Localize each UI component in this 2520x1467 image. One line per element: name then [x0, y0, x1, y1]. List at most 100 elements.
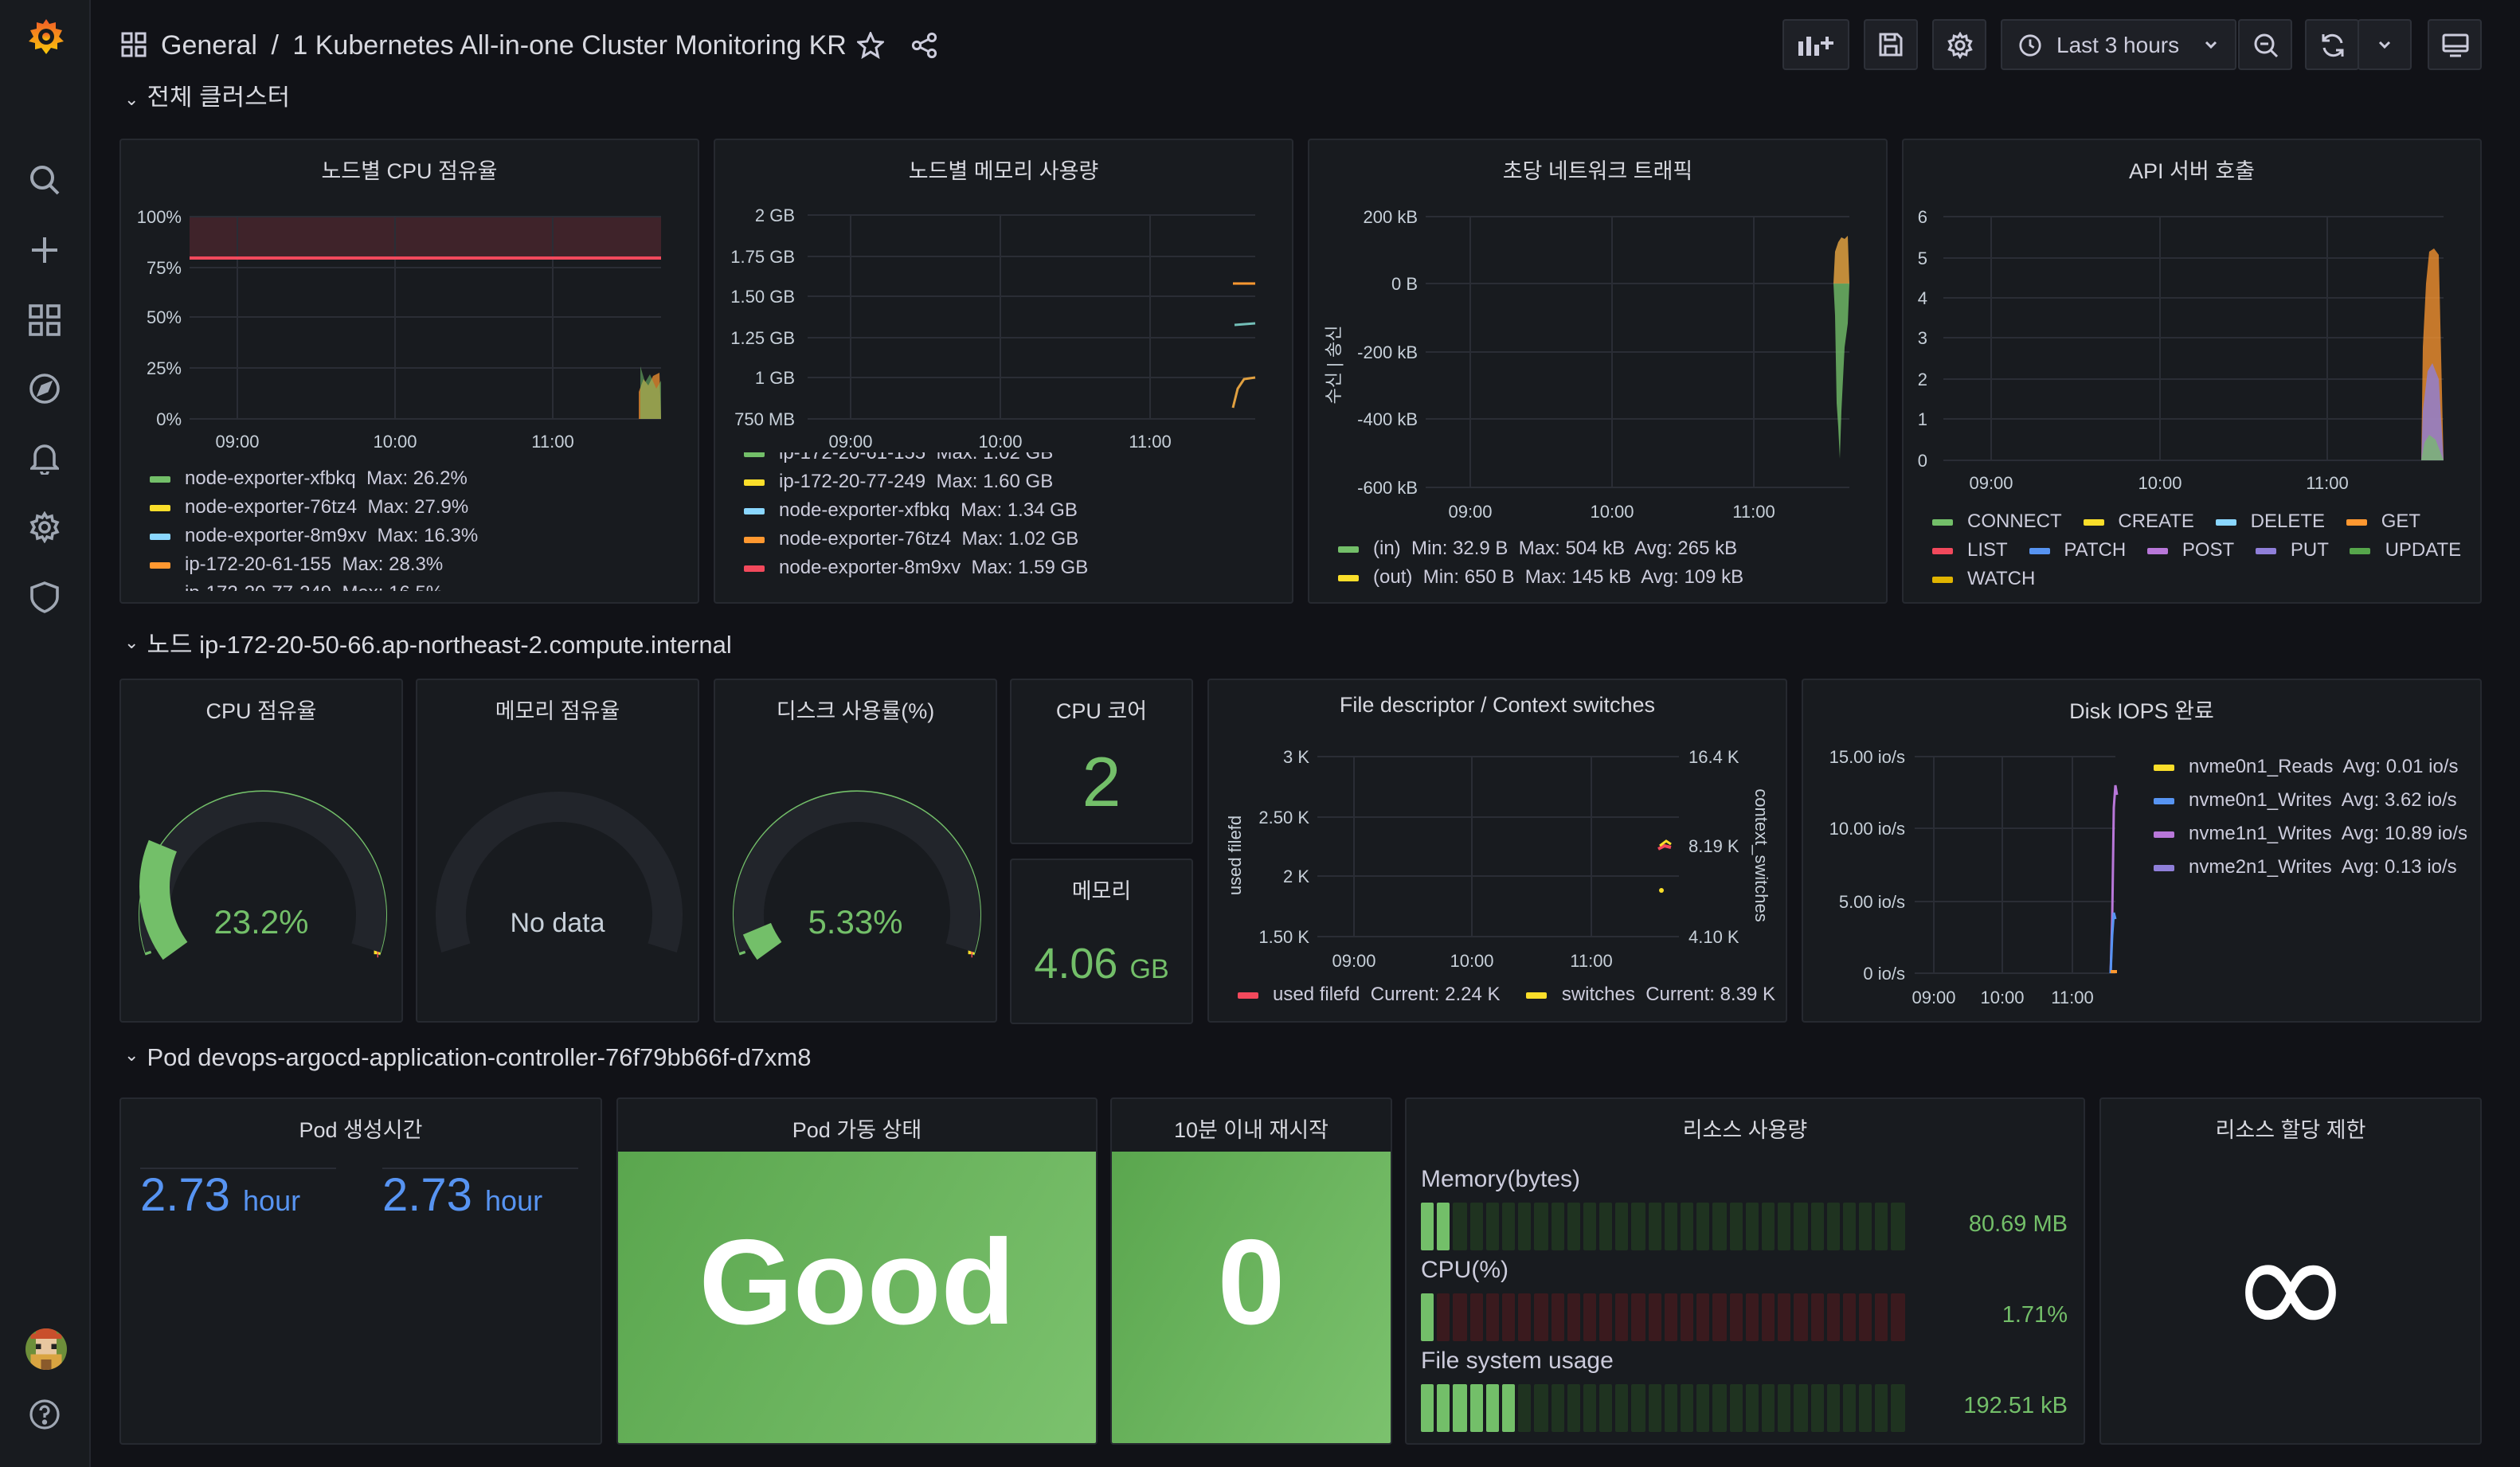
zoom-out-button[interactable]: [2238, 19, 2292, 70]
legend-item[interactable]: (in) Min: 32.9 B Max: 504 kB Avg: 265 kB: [1338, 534, 1743, 562]
panel-pod-status[interactable]: Pod 가동 상태 Good: [616, 1097, 1098, 1445]
y-axis-label-left: used filefd: [1225, 816, 1245, 895]
legend-item[interactable]: DELETE: [2215, 510, 2325, 532]
panel-cpu-cores[interactable]: CPU 코어 2: [1010, 679, 1193, 844]
panel-pod-age[interactable]: Pod 생성시간 2.73 hour 2.73 hour: [119, 1097, 602, 1445]
legend-item[interactable]: nvme1n1_Writes Avg: 10.89 io/s: [2154, 822, 2467, 855]
legend-item[interactable]: (out) Min: 650 B Max: 145 kB Avg: 109 kB: [1338, 562, 1743, 591]
star-icon[interactable]: [855, 30, 886, 67]
legend-item[interactable]: LIST: [1932, 538, 2008, 561]
series-area: [2421, 248, 2444, 460]
legend-item[interactable]: switches Current: 8.39 K: [1526, 983, 1775, 1005]
bar-cell: [1648, 1293, 1661, 1341]
legend-swatch: [744, 452, 765, 457]
legend-item[interactable]: CREATE: [2083, 510, 2194, 532]
panel-restarts[interactable]: 10분 이내 재시작 0: [1110, 1097, 1392, 1445]
legend-item[interactable]: CONNECT: [1932, 510, 2062, 532]
panel-api-server-calls[interactable]: API 서버 호출 6543210 09:00 10:00 11:00 CONNEC…: [1902, 139, 2482, 604]
legend-swatch: [2154, 864, 2174, 871]
legend-item[interactable]: node-exporter-xfbkq Max: 26.2%: [150, 464, 478, 492]
legend-item[interactable]: node-exporter-76tz4 Max: 1.02 GB: [744, 524, 1088, 553]
gauge: [733, 790, 981, 960]
legend-swatch: [1526, 992, 1548, 999]
user-avatar[interactable]: [25, 1328, 67, 1370]
stat-value: Good: [698, 1215, 1015, 1351]
shield-icon[interactable]: [27, 580, 62, 615]
legend-item[interactable]: GET: [2346, 510, 2420, 532]
x-tick: 11:00: [1129, 432, 1171, 452]
bar-cell: [1534, 1203, 1548, 1250]
legend-row: WATCH: [1932, 564, 2461, 593]
refresh-icon: [2321, 33, 2343, 57]
grafana-logo-icon[interactable]: [24, 14, 67, 57]
legend-item[interactable]: PUT: [2255, 538, 2329, 561]
legend-item[interactable]: node-exporter-76tz4 Max: 27.9%: [150, 492, 478, 521]
legend-item[interactable]: ip-172-20-77-249 Max: 16.5%: [150, 578, 478, 591]
dashboard-settings-button[interactable]: [1932, 19, 1986, 70]
bar-cell: [1826, 1203, 1840, 1250]
x-tick: 10:00: [373, 432, 417, 452]
panel-disk-iops[interactable]: Disk IOPS 완료 15.00 io/s 10.00 io/s 5.00 io…: [1802, 679, 2482, 1023]
panel-memory-total[interactable]: 메모리 4.06 GB: [1010, 859, 1193, 1024]
gridlines: [1915, 756, 2115, 974]
legend-item[interactable]: ip-172-20-61-155 Max: 1.02 GB: [744, 452, 1088, 467]
panel-memory-gauge[interactable]: 메모리 점유율 No data: [416, 679, 699, 1023]
row-title: 전체 클러스터: [147, 86, 291, 108]
panel-fd-context-switches[interactable]: File descriptor / Context switches used …: [1207, 679, 1787, 1023]
legend-item[interactable]: node-exporter-xfbkq Max: 1.34 GB: [744, 495, 1088, 524]
series-area: [1833, 236, 1849, 459]
legend-swatch: [1338, 546, 1359, 553]
chart-legend: ip-172-20-61-155 Max: 1.02 GB ip-172-20-…: [744, 452, 1088, 589]
row-header-cluster[interactable]: ⌄ 전체 클러스터: [124, 86, 290, 108]
y-axis-ticks: 200 kB 0 B -200 kB -400 kB -600 kB: [1357, 207, 1418, 498]
y-tick: -200 kB: [1357, 342, 1418, 362]
dashboard-title[interactable]: 1 Kubernetes All-in-one Cluster Monitori…: [292, 30, 846, 61]
row-header-node[interactable]: ⌄ 노드 ip-172-20-50-66.ap-northeast-2.compu…: [124, 626, 732, 661]
add-panel-button[interactable]: [1782, 19, 1849, 70]
refresh-button[interactable]: [2305, 19, 2359, 70]
clock-icon: [2019, 33, 2041, 56]
legend-item[interactable]: POST: [2146, 538, 2234, 561]
legend-item[interactable]: ip-172-20-61-155 Max: 28.3%: [150, 550, 478, 578]
row-header-pod[interactable]: ⌄ Pod devops-argocd-application-controlle…: [124, 1045, 812, 1074]
refresh-interval-dropdown[interactable]: [2358, 19, 2412, 70]
legend-item[interactable]: ip-172-20-77-249 Max: 1.60 GB: [744, 467, 1088, 495]
tv-mode-button[interactable]: [2428, 19, 2482, 70]
legend-item[interactable]: nvme2n1_Writes Avg: 0.13 io/s: [2154, 855, 2467, 889]
save-icon: [1879, 33, 1903, 57]
x-tick: 09:00: [1912, 988, 1955, 1007]
panel-disk-gauge[interactable]: 디스크 사용률(%) 5.33%: [714, 679, 997, 1023]
panel-resource-limit[interactable]: 리소스 할당 제한 ∞: [2099, 1097, 2482, 1445]
legend-item[interactable]: PATCH: [2029, 538, 2126, 561]
help-icon[interactable]: [27, 1397, 62, 1432]
legend-item[interactable]: UPDATE: [2350, 538, 2461, 561]
time-range-picker[interactable]: Last 3 hours: [2001, 19, 2236, 70]
bar-cell: [1615, 1203, 1629, 1250]
plus-icon[interactable]: [27, 233, 62, 268]
legend-item[interactable]: nvme0n1_Writes Avg: 3.62 io/s: [2154, 788, 2467, 822]
legend-swatch: [2346, 518, 2367, 526]
save-dashboard-button[interactable]: [1864, 19, 1918, 70]
search-icon[interactable]: [27, 162, 62, 198]
dashboards-icon[interactable]: [27, 303, 62, 338]
settings-gear-icon[interactable]: [27, 510, 62, 545]
legend-item[interactable]: nvme0n1_Reads Avg: 0.01 io/s: [2154, 755, 2467, 788]
panel-memory-by-node[interactable]: 노드별 메모리 사용량 2 GB 1.75 GB 1.50 GB 1.25 GB 1 G…: [714, 139, 1293, 604]
legend-item[interactable]: node-exporter-8m9xv Max: 16.3%: [150, 521, 478, 550]
bar-cell: [1551, 1384, 1564, 1432]
legend-item[interactable]: used filefd Current: 2.24 K: [1238, 983, 1501, 1005]
share-icon[interactable]: [911, 32, 938, 67]
timeseries-chart: used filefd context_switches 3 K 2.50 K 2 …: [1225, 747, 1771, 971]
panel-cpu-by-node[interactable]: 노드별 CPU 점유율 100% 75% 50% 25% 0% 09:00 10:00 11…: [119, 139, 699, 604]
x-tick: 09:00: [1969, 473, 2013, 493]
explore-icon[interactable]: [27, 371, 62, 406]
panel-resource-usage[interactable]: 리소스 사용량 Memory(bytes) 80.69 MB CPU(%) 1.…: [1405, 1097, 2085, 1445]
bar-cell: [1583, 1203, 1597, 1250]
legend-item[interactable]: node-exporter-8m9xv Max: 1.59 GB: [744, 553, 1088, 581]
breadcrumb-folder[interactable]: General: [161, 30, 257, 61]
legend-item[interactable]: WATCH: [1932, 567, 2035, 589]
bar-cell: [1664, 1384, 1677, 1432]
panel-cpu-gauge[interactable]: CPU 점유율 23.2%: [119, 679, 403, 1023]
panel-network-traffic[interactable]: 초당 네트워크 트래픽 수신 | 송신 200 kB 0 B -200 kB -400…: [1308, 139, 1888, 604]
alerting-bell-icon[interactable]: [27, 441, 62, 476]
